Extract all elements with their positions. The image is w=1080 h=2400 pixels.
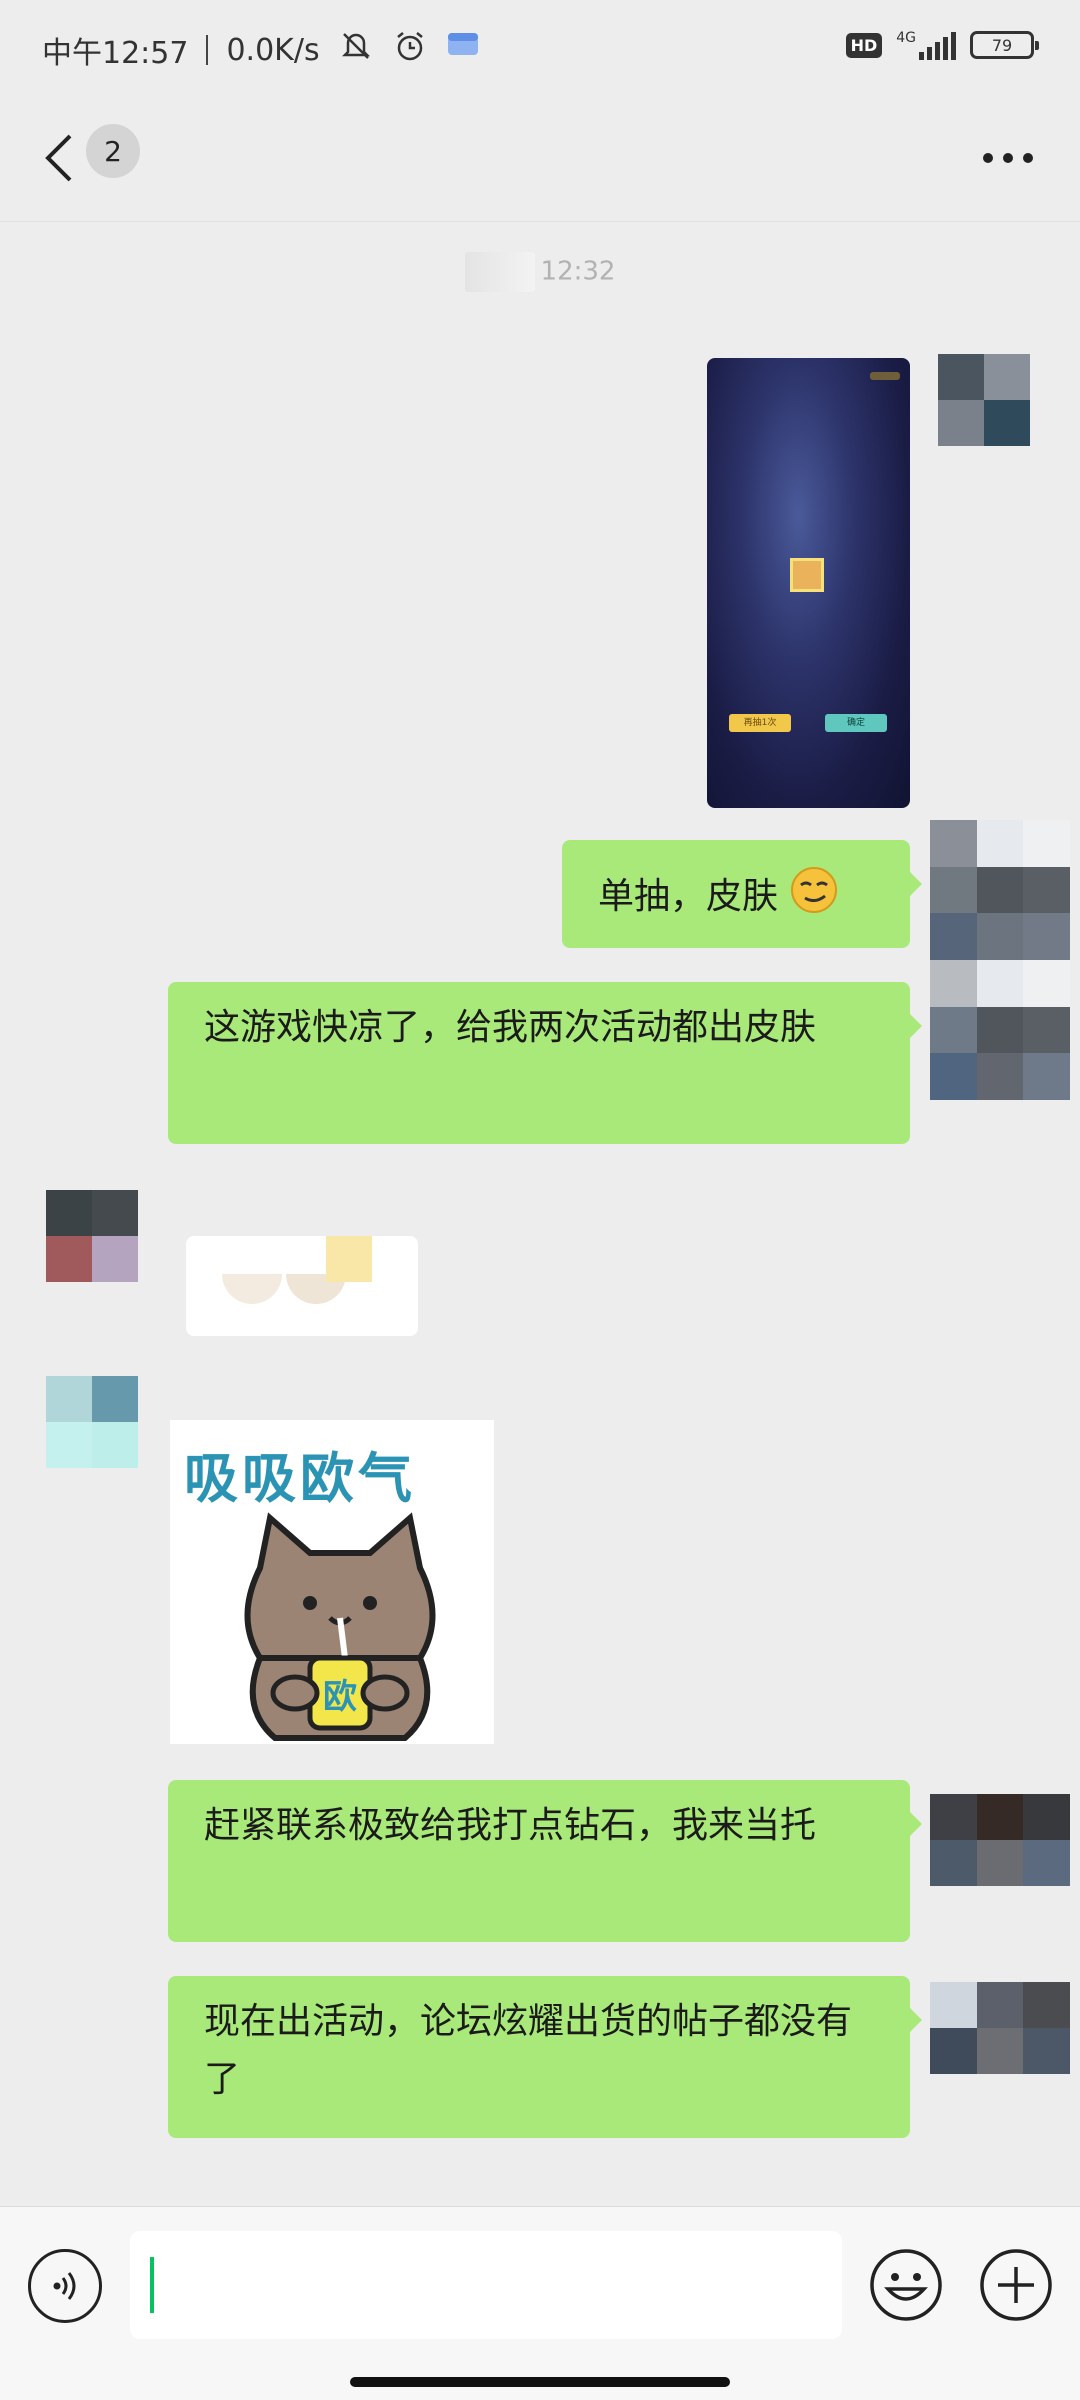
more-dots-icon [983, 153, 1033, 163]
more-functions-button[interactable] [978, 2247, 1054, 2323]
message-text: 这游戏快凉了，给我两次活动都出皮肤 [204, 1007, 817, 1048]
plus-circle-icon [980, 2249, 1052, 2321]
image-message-incoming[interactable] [186, 1236, 418, 1336]
chat-header: 2 [0, 96, 1080, 222]
battery-icon: 79 [970, 31, 1039, 59]
chat-bubble-outgoing[interactable]: 赶紧联系极致给我打点钻石，我来当托 [168, 1780, 922, 1942]
battery-level: 79 [991, 35, 1013, 55]
avatar-self[interactable] [930, 960, 1070, 1100]
message-text: 单抽，皮肤 [598, 876, 779, 917]
image-message-game-screenshot[interactable]: 再抽1次 确定 [707, 358, 910, 808]
more-options-button[interactable] [982, 136, 1034, 166]
game-reward-card [790, 558, 824, 592]
message-text: 赶紧联系极致给我打点钻石，我来当托 [204, 1805, 817, 1846]
sticker-badge-text: 欧 [323, 1677, 357, 1717]
avatar-self[interactable] [938, 354, 1030, 446]
avatar-contact[interactable] [46, 1190, 138, 1282]
blurred-region [464, 252, 535, 292]
unread-badge[interactable]: 2 [86, 124, 140, 178]
divider [206, 35, 209, 65]
app-notification-icon [446, 31, 480, 69]
avatar-self[interactable] [930, 820, 1070, 960]
chat-input-bar [0, 2206, 1080, 2400]
emoji-smile-icon [870, 2249, 942, 2321]
message-timestamp: 12:32 [0, 252, 1080, 292]
signal-type: 4G [896, 30, 916, 46]
avatar-self[interactable] [930, 1794, 1070, 1886]
emoji-button[interactable] [868, 2247, 944, 2323]
message-text: 现在出活动，论坛炫耀出货的帖子都没有了 [204, 2001, 853, 2100]
sticker-message[interactable]: 吸吸欧气 欧 [170, 1420, 494, 1744]
game-confirm-button: 确定 [825, 714, 887, 732]
avatar-self[interactable] [930, 1982, 1070, 2074]
avatar-contact[interactable] [46, 1376, 138, 1468]
network-speed: 0.0K/s [226, 32, 320, 68]
mute-icon [338, 28, 374, 72]
chevron-left-icon [45, 134, 72, 182]
cat-sticker-icon: 欧 [244, 1512, 436, 1741]
message-input[interactable] [130, 2231, 842, 2339]
signal-icon: 4G [896, 30, 956, 60]
status-right: HD 4G 79 [845, 30, 1039, 60]
voice-wave-icon [53, 2272, 76, 2300]
voice-input-button[interactable] [28, 2249, 102, 2323]
status-left: 中午12:57 0.0K/s [42, 28, 480, 72]
hd-badge: HD [845, 32, 883, 58]
status-bar: 中午12:57 0.0K/s HD 4G 79 [0, 0, 1080, 96]
chat-bubble-outgoing[interactable]: 现在出活动，论坛炫耀出货的帖子都没有了 [168, 1976, 922, 2138]
alarm-icon [392, 28, 428, 72]
game-draw-again-button: 再抽1次 [729, 714, 791, 732]
text-caret [150, 2257, 154, 2313]
game-currency-icon [870, 372, 900, 380]
chat-bubble-outgoing[interactable]: 这游戏快凉了，给我两次活动都出皮肤 [168, 982, 922, 1144]
home-indicator[interactable] [350, 2377, 730, 2387]
chat-bubble-outgoing[interactable]: 单抽，皮肤 [562, 840, 922, 948]
sticker-caption: 吸吸欧气 [184, 1447, 416, 1510]
smirk-emoji-icon [789, 865, 839, 933]
image-content [222, 1274, 282, 1304]
image-content [326, 1236, 372, 1282]
clock: 中午12:57 [42, 36, 189, 71]
timestamp-text: 12:32 [540, 256, 616, 287]
